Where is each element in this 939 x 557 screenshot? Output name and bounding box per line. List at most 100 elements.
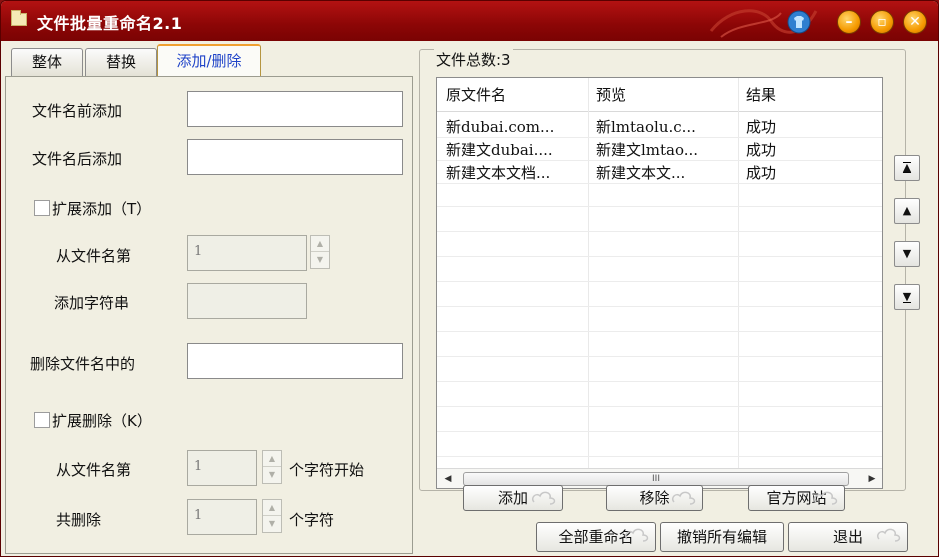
stepper-up-icon[interactable]: ▲ xyxy=(311,236,329,252)
move-to-bottom-button[interactable]: ▼ xyxy=(894,284,920,310)
cell-original: 新建文dubai.... xyxy=(446,141,553,159)
window-title: 文件批量重命名2.1 xyxy=(37,14,183,33)
scroll-right-icon[interactable]: ▶ xyxy=(865,472,879,486)
delete-count-suffix-label: 个字符 xyxy=(289,511,335,529)
prefix-label: 文件名前添加 xyxy=(32,102,123,120)
move-up-icon: ▲ xyxy=(902,204,912,217)
column-header-preview[interactable]: 预览 xyxy=(596,84,626,105)
remove-button-label: 移除 xyxy=(639,489,670,507)
add-button[interactable]: 添加 xyxy=(463,485,563,511)
title-bar[interactable]: 文件批量重命名2.1 – ▫ ✕ xyxy=(1,1,938,41)
column-header-original[interactable]: 原文件名 xyxy=(446,84,506,105)
empty-row xyxy=(437,283,882,307)
remove-button[interactable]: 移除 xyxy=(606,485,703,511)
prefix-input[interactable] xyxy=(187,91,403,127)
stepper-down-icon[interactable]: ▼ xyxy=(263,516,281,532)
tab-replace[interactable]: 替换 xyxy=(85,48,157,76)
empty-row xyxy=(437,383,882,407)
empty-row xyxy=(437,308,882,332)
suffix-label: 文件名后添加 xyxy=(32,150,123,168)
file-list[interactable]: 原文件名 预览 结果 新dubai.com... 新lmtaolu.c... 成… xyxy=(436,77,883,489)
move-up-button[interactable]: ▲ xyxy=(894,198,920,224)
move-bottom-icon: ▼ xyxy=(902,290,912,303)
table-row[interactable]: 新dubai.com... 新lmtaolu.c... 成功 xyxy=(437,114,882,138)
exit-button-label: 退出 xyxy=(832,528,863,546)
empty-row xyxy=(437,233,882,257)
official-website-button[interactable]: 官方网站 xyxy=(748,485,845,511)
extend-delete-checkbox[interactable] xyxy=(34,412,50,428)
extend-add-checkbox[interactable] xyxy=(34,200,50,216)
empty-row xyxy=(437,258,882,282)
cell-original: 新dubai.com... xyxy=(446,118,555,136)
cell-preview: 新建文本文... xyxy=(596,164,686,182)
file-list-group: 文件总数:3 原文件名 预览 结果 新dubai.com... 新lmtaolu… xyxy=(419,49,920,491)
file-list-header: 原文件名 预览 结果 xyxy=(437,78,882,112)
move-top-icon: ▲ xyxy=(902,161,912,174)
tab-add-delete[interactable]: 添加/删除 xyxy=(157,44,261,77)
delete-count-input[interactable]: 1 xyxy=(187,499,257,535)
tab-overall[interactable]: 整体 xyxy=(11,48,83,76)
delete-count-label: 共删除 xyxy=(56,511,102,529)
add-from-position-input[interactable]: 1 xyxy=(187,235,307,271)
stepper-down-icon[interactable]: ▼ xyxy=(263,467,281,483)
table-row[interactable]: 新建文本文档... 新建文本文... 成功 xyxy=(437,160,882,184)
cloud-decoration-icon xyxy=(876,528,901,542)
main-window: 文件批量重命名2.1 – ▫ ✕ 整体 替换 添加/删除 文件名前添加 文件名后… xyxy=(0,0,939,557)
undo-all-edits-button[interactable]: 撤销所有编辑 xyxy=(660,522,784,552)
cell-result: 成功 xyxy=(746,164,777,182)
empty-row xyxy=(437,183,882,207)
move-down-button[interactable]: ▼ xyxy=(894,241,920,267)
delete-input[interactable] xyxy=(187,343,403,379)
close-button[interactable]: ✕ xyxy=(903,10,927,34)
add-string-input[interactable] xyxy=(187,283,307,319)
undo-all-edits-label: 撤销所有编辑 xyxy=(676,528,767,546)
minimize-icon: – xyxy=(845,14,853,30)
delete-from-suffix-label: 个字符开始 xyxy=(289,461,365,479)
maximize-button[interactable]: ▫ xyxy=(870,10,894,34)
file-count-label: 文件总数:3 xyxy=(434,49,513,70)
delete-label: 删除文件名中的 xyxy=(30,355,136,373)
cell-original: 新建文本文档... xyxy=(446,164,551,182)
left-panel: 整体 替换 添加/删除 文件名前添加 文件名后添加 扩展添加（T） 从文件名第 … xyxy=(1,41,413,556)
table-row[interactable]: 新建文dubai.... 新建文lmtao... 成功 xyxy=(437,137,882,161)
move-to-top-button[interactable]: ▲ xyxy=(894,155,920,181)
right-panel: 文件总数:3 原文件名 预览 结果 新dubai.com... 新lmtaolu… xyxy=(413,41,938,556)
empty-row xyxy=(437,333,882,357)
delete-from-position-input[interactable]: 1 xyxy=(187,450,257,486)
minimize-button[interactable]: – xyxy=(837,10,861,34)
cloud-decoration-icon xyxy=(624,528,649,542)
skin-shirt-icon[interactable] xyxy=(787,10,811,34)
stepper-down-icon[interactable]: ▼ xyxy=(311,252,329,268)
cell-preview: 新lmtaolu.c... xyxy=(596,118,696,136)
empty-row xyxy=(437,208,882,232)
tab-panel-add-delete: 文件名前添加 文件名后添加 扩展添加（T） 从文件名第 1 ▲ ▼ 添加字符串 … xyxy=(5,76,413,554)
extend-delete-label: 扩展删除（K） xyxy=(52,412,152,430)
folder-icon xyxy=(11,10,27,26)
add-button-label: 添加 xyxy=(497,489,528,507)
rename-all-button[interactable]: 全部重命名 xyxy=(536,522,656,552)
move-down-icon: ▼ xyxy=(902,247,912,260)
stepper-up-icon[interactable]: ▲ xyxy=(263,500,281,516)
empty-row xyxy=(437,358,882,382)
close-icon: ✕ xyxy=(909,14,921,30)
column-header-result[interactable]: 结果 xyxy=(746,84,776,105)
cloud-decoration-icon xyxy=(531,491,556,505)
extend-add-label: 扩展添加（T） xyxy=(52,200,152,218)
stepper-up-icon[interactable]: ▲ xyxy=(263,451,281,467)
exit-button[interactable]: 退出 xyxy=(788,522,908,552)
delete-position-stepper[interactable]: ▲ ▼ xyxy=(262,450,282,484)
delete-count-stepper[interactable]: ▲ ▼ xyxy=(262,499,282,533)
suffix-input[interactable] xyxy=(187,139,403,175)
empty-row xyxy=(437,408,882,432)
scrollbar-thumb[interactable]: III xyxy=(463,472,849,486)
cloud-decoration-icon xyxy=(671,491,696,505)
cell-result: 成功 xyxy=(746,141,777,159)
cloud-decoration-icon xyxy=(813,491,838,505)
add-position-stepper[interactable]: ▲ ▼ xyxy=(310,235,330,269)
cell-result: 成功 xyxy=(746,118,777,136)
cell-preview: 新建文lmtao... xyxy=(596,141,699,159)
scroll-left-icon[interactable]: ◀ xyxy=(441,472,455,486)
empty-row xyxy=(437,433,882,457)
maximize-icon: ▫ xyxy=(877,14,887,30)
add-string-label: 添加字符串 xyxy=(54,294,130,312)
